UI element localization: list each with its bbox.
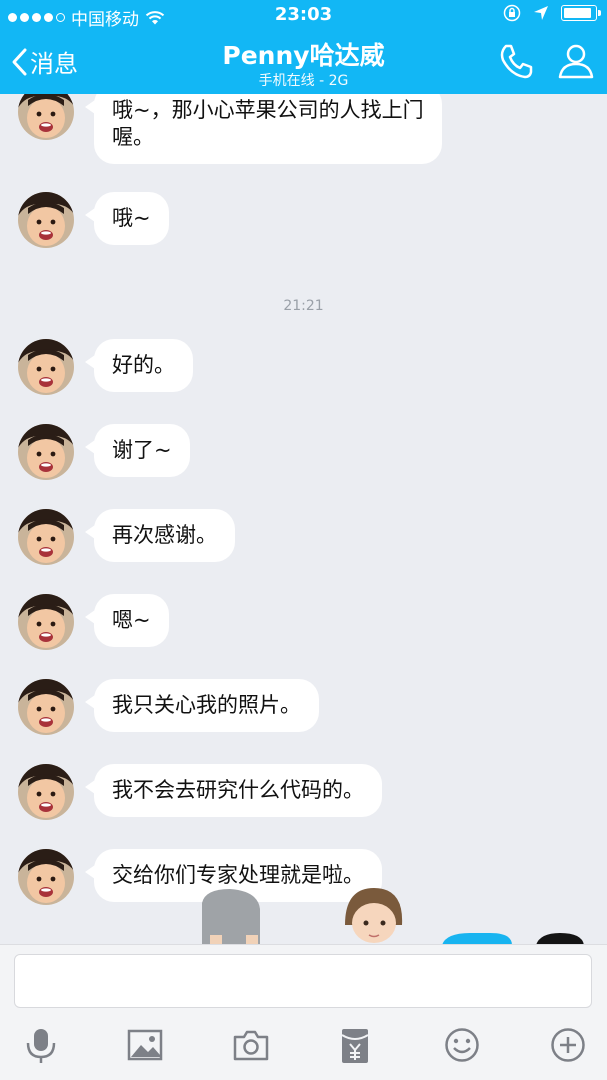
message-row: 我只关心我的照片。 (18, 679, 319, 735)
message-line: 我只关心我的照片。 (112, 693, 301, 717)
voice-button[interactable] (24, 1027, 58, 1069)
avatar[interactable] (18, 679, 74, 735)
sticker-strip (202, 888, 584, 945)
message-line: 嗯~ (112, 608, 151, 632)
message-bubble[interactable]: 好的。 (85, 339, 193, 392)
message-row: 哦~，那小心苹果公司的人找上门 喔。 (18, 94, 442, 164)
person-icon (558, 44, 594, 79)
message-bubble[interactable]: 再次感谢。 (85, 509, 235, 562)
message-line: 好的。 (112, 353, 175, 377)
rotation-lock-icon (503, 4, 521, 22)
avatar[interactable] (18, 424, 74, 480)
message-bubble[interactable]: 哦~ (85, 192, 169, 245)
message-row: 我不会去研究什么代码的。 (18, 764, 382, 820)
emoji-button[interactable] (444, 1027, 480, 1067)
message-row: 哦~ (18, 192, 169, 248)
emoji-icon (445, 1028, 479, 1062)
message-line: 哦~，那小心苹果公司的人找上门 (112, 98, 424, 122)
message-bubble[interactable]: 谢了~ (85, 424, 190, 477)
message-bubble[interactable]: 我不会去研究什么代码的。 (85, 764, 382, 817)
red-packet-icon (341, 1029, 369, 1063)
avatar[interactable] (18, 192, 74, 248)
nav-bar: 消息 Penny哈达威 手机在线 - 2G (0, 30, 607, 94)
message-bubble[interactable]: 哦~，那小心苹果公司的人找上门 喔。 (85, 94, 442, 164)
message-line: 喔。 (112, 125, 154, 149)
message-line: 谢了~ (112, 438, 172, 462)
avatar[interactable] (18, 594, 74, 650)
phone-icon (500, 44, 533, 79)
photo-button[interactable] (127, 1027, 163, 1067)
message-bubble[interactable]: 我只关心我的照片。 (85, 679, 319, 732)
battery-icon (561, 5, 601, 21)
red-packet-button[interactable] (340, 1027, 370, 1069)
gray-hair-character-sticker[interactable] (202, 889, 260, 945)
message-input[interactable] (14, 954, 592, 1008)
profile-button[interactable] (557, 42, 595, 84)
avatar[interactable] (18, 764, 74, 820)
input-area (0, 944, 607, 1080)
message-line: 哦~ (112, 206, 151, 230)
avatar[interactable] (18, 339, 74, 395)
message-row: 嗯~ (18, 594, 169, 650)
location-icon (534, 6, 548, 20)
status-bar: 中国移动 23:03 (0, 0, 607, 30)
message-line: 我不会去研究什么代码的。 (112, 778, 364, 802)
image-icon (127, 1029, 163, 1061)
message-row: 再次感谢。 (18, 509, 235, 565)
message-line: 再次感谢。 (112, 523, 217, 547)
camera-button[interactable] (232, 1027, 270, 1067)
more-button[interactable] (550, 1027, 586, 1067)
input-toolbar (0, 1027, 607, 1067)
camera-icon (233, 1030, 269, 1061)
message-bubble[interactable]: 嗯~ (85, 594, 169, 647)
message-row: 好的。 (18, 339, 193, 395)
avatar[interactable] (18, 94, 74, 140)
timestamp: 21:21 (283, 298, 324, 314)
message-row: 谢了~ (18, 424, 190, 480)
call-button[interactable] (497, 42, 535, 84)
boy-character-sticker[interactable] (345, 888, 403, 943)
chat-area[interactable]: 哦~，那小心苹果公司的人找上门 喔。 哦~ 21:21 好的。 谢了~ 再次感谢… (0, 94, 607, 944)
avatar[interactable] (18, 509, 74, 565)
plus-icon (551, 1028, 585, 1062)
microphone-icon (26, 1029, 56, 1063)
